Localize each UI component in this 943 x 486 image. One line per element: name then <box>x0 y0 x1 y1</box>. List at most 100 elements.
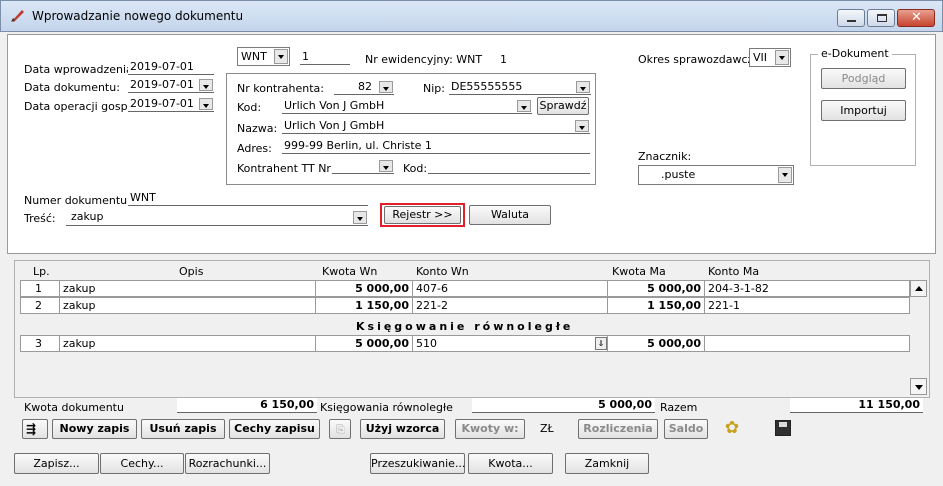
kwota-button[interactable]: Kwota... <box>468 453 553 474</box>
nr-kontrahenta-field[interactable]: 82 <box>334 80 394 95</box>
col-header-opis: Opis <box>179 265 204 278</box>
table-row-2-konto-wn[interactable]: 221-2 <box>412 297 608 314</box>
tt-kod-field[interactable] <box>428 159 590 174</box>
chevron-down-icon[interactable] <box>575 120 589 132</box>
ksiegowania-label: Księgowania równoległe <box>320 401 453 414</box>
table-row-2-opis[interactable]: zakup <box>59 297 316 314</box>
rejestr-button[interactable]: Rejestr >> <box>384 206 461 224</box>
nr-ewidencyjny-value: 1 <box>500 53 507 66</box>
okres-value: VII <box>753 51 768 64</box>
save-icon[interactable] <box>775 420 791 436</box>
data-dokumentu-value: 2019-07-01 <box>130 78 194 91</box>
table-row-3-konto-ma[interactable] <box>704 335 910 352</box>
lookup-icon[interactable]: ⇓ <box>595 337 607 350</box>
saldo-button[interactable]: Saldo <box>664 419 708 439</box>
podglad-button[interactable]: Podgląd <box>821 68 906 89</box>
nip-value: DE55555555 <box>451 80 523 93</box>
uzyj-wzorca-button[interactable]: Użyj wzorca <box>360 419 445 439</box>
nip-field[interactable]: DE55555555 <box>449 80 591 95</box>
chevron-down-icon[interactable] <box>379 81 393 93</box>
typ-dokumentu-select[interactable]: WNT <box>237 47 290 66</box>
kwota-dokumentu-value: 6 150,00 <box>177 398 317 413</box>
col-header-lp: Lp. <box>33 265 50 278</box>
chevron-down-icon[interactable] <box>199 98 213 110</box>
zamknij-button[interactable]: Zamknij <box>565 453 649 474</box>
chevron-down-icon[interactable] <box>517 100 531 112</box>
close-icon: ✕ <box>911 10 922 25</box>
adres-label: Adres: <box>237 142 272 155</box>
chevron-down-icon <box>775 50 789 65</box>
paperclip-icon: ⎘ <box>336 423 345 436</box>
zapisz-button[interactable]: Zapisz... <box>14 453 99 474</box>
table-row-3-lp[interactable]: 3 <box>20 335 60 352</box>
nr-kontrahenta-label: Nr kontrahenta: <box>237 82 324 95</box>
settings-icon[interactable]: ✿ <box>722 418 742 438</box>
chevron-down-icon[interactable] <box>353 211 367 224</box>
kod-field[interactable]: Urlich Von J GmbH <box>282 99 532 114</box>
minimize-icon <box>847 20 856 22</box>
razem-value: 11 150,00 <box>790 398 923 413</box>
table-row-3-konto-wn[interactable]: 510 ⇓ <box>412 335 608 352</box>
numer-typu-field[interactable]: 1 <box>300 50 350 65</box>
nowy-zapis-button[interactable]: Nowy zapis <box>52 419 137 439</box>
maximize-button[interactable] <box>867 9 895 27</box>
cechy-zapisu-button[interactable]: Cechy zapisu <box>229 419 320 439</box>
minimize-button[interactable] <box>837 9 865 27</box>
przeszukiwanie-button[interactable]: Przeszukiwanie... <box>370 453 465 474</box>
okres-label: Okres sprawozdawczy: <box>638 53 763 66</box>
menu-button[interactable]: ⇶ <box>22 419 48 439</box>
cechy-button[interactable]: Cechy... <box>100 453 184 474</box>
adres-field[interactable]: 999-99 Berlin, ul. Christe 1 <box>282 139 590 154</box>
nazwa-field[interactable]: Urlich Von J GmbH <box>282 119 590 134</box>
sprawdz-button[interactable]: Sprawdź <box>537 97 589 115</box>
scroll-up-button[interactable] <box>910 280 927 297</box>
table-row-1-opis[interactable]: zakup <box>59 280 316 297</box>
usun-zapis-button[interactable]: Usuń zapis <box>141 419 225 439</box>
tresc-field[interactable]: zakup <box>66 210 368 226</box>
nip-label: Nip: <box>423 82 445 95</box>
close-button[interactable]: ✕ <box>897 9 935 27</box>
znacznik-value: .puste <box>661 168 696 181</box>
table-row-2-kwota-wn[interactable]: 1 150,00 <box>315 297 413 314</box>
nazwa-label: Nazwa: <box>237 122 278 135</box>
table-row-1-kwota-wn[interactable]: 5 000,00 <box>315 280 413 297</box>
okres-select[interactable]: VII <box>749 48 791 67</box>
numer-dokumentu-field[interactable]: WNT <box>128 191 368 206</box>
table-row-1-konto-ma[interactable]: 204-3-1-82 <box>704 280 910 297</box>
table-row-1-lp[interactable]: 1 <box>20 280 60 297</box>
kod-value: Urlich Von J GmbH <box>284 99 385 112</box>
chevron-down-icon[interactable] <box>199 79 213 91</box>
kontrahent-tt-label: Kontrahent TT Nr: <box>237 162 335 175</box>
table-row-2-konto-ma[interactable]: 221-1 <box>704 297 910 314</box>
rozliczenia-button[interactable]: Rozliczenia <box>578 419 658 439</box>
table-row-3-kwota-ma[interactable]: 5 000,00 <box>607 335 705 352</box>
data-operacji-field[interactable]: 2019-07-01 <box>128 97 214 112</box>
tresc-label: Treść: <box>24 212 56 225</box>
znacznik-select[interactable]: .puste <box>638 165 794 185</box>
table-row-3-kwota-wn[interactable]: 5 000,00 <box>315 335 413 352</box>
razem-label: Razem <box>660 401 698 414</box>
table-row-3-konto-wn-value: 510 <box>416 337 437 350</box>
attach-button[interactable]: ⎘ <box>329 419 351 439</box>
rozrachunki-button[interactable]: Rozrachunki... <box>185 453 270 474</box>
data-dokumentu-field[interactable]: 2019-07-01 <box>128 78 214 93</box>
chevron-down-icon[interactable] <box>379 160 393 172</box>
section-title-ksiegowanie: Księgowanie równoległe <box>356 320 574 333</box>
chevron-down-icon <box>915 385 923 390</box>
chevron-down-icon <box>778 167 792 183</box>
table-row-2-kwota-ma[interactable]: 1 150,00 <box>607 297 705 314</box>
waluta-button[interactable]: Waluta <box>469 205 551 225</box>
importuj-button[interactable]: Importuj <box>821 100 906 121</box>
currency-label: ZŁ <box>540 422 554 435</box>
table-row-2-lp[interactable]: 2 <box>20 297 60 314</box>
kontrahent-tt-field[interactable] <box>332 159 394 174</box>
table-row-1-kwota-ma[interactable]: 5 000,00 <box>607 280 705 297</box>
kwoty-w-button[interactable]: Kwoty w: <box>455 419 525 439</box>
data-wprowadzenia-field[interactable]: 2019-07-01 <box>128 60 214 75</box>
nazwa-value: Urlich Von J GmbH <box>284 119 385 132</box>
scroll-down-button[interactable] <box>910 378 927 395</box>
table-row-3-opis[interactable]: zakup <box>59 335 316 352</box>
chevron-down-icon[interactable] <box>576 81 590 93</box>
data-dokumentu-label: Data dokumentu: <box>24 81 120 94</box>
table-row-1-konto-wn[interactable]: 407-6 <box>412 280 608 297</box>
